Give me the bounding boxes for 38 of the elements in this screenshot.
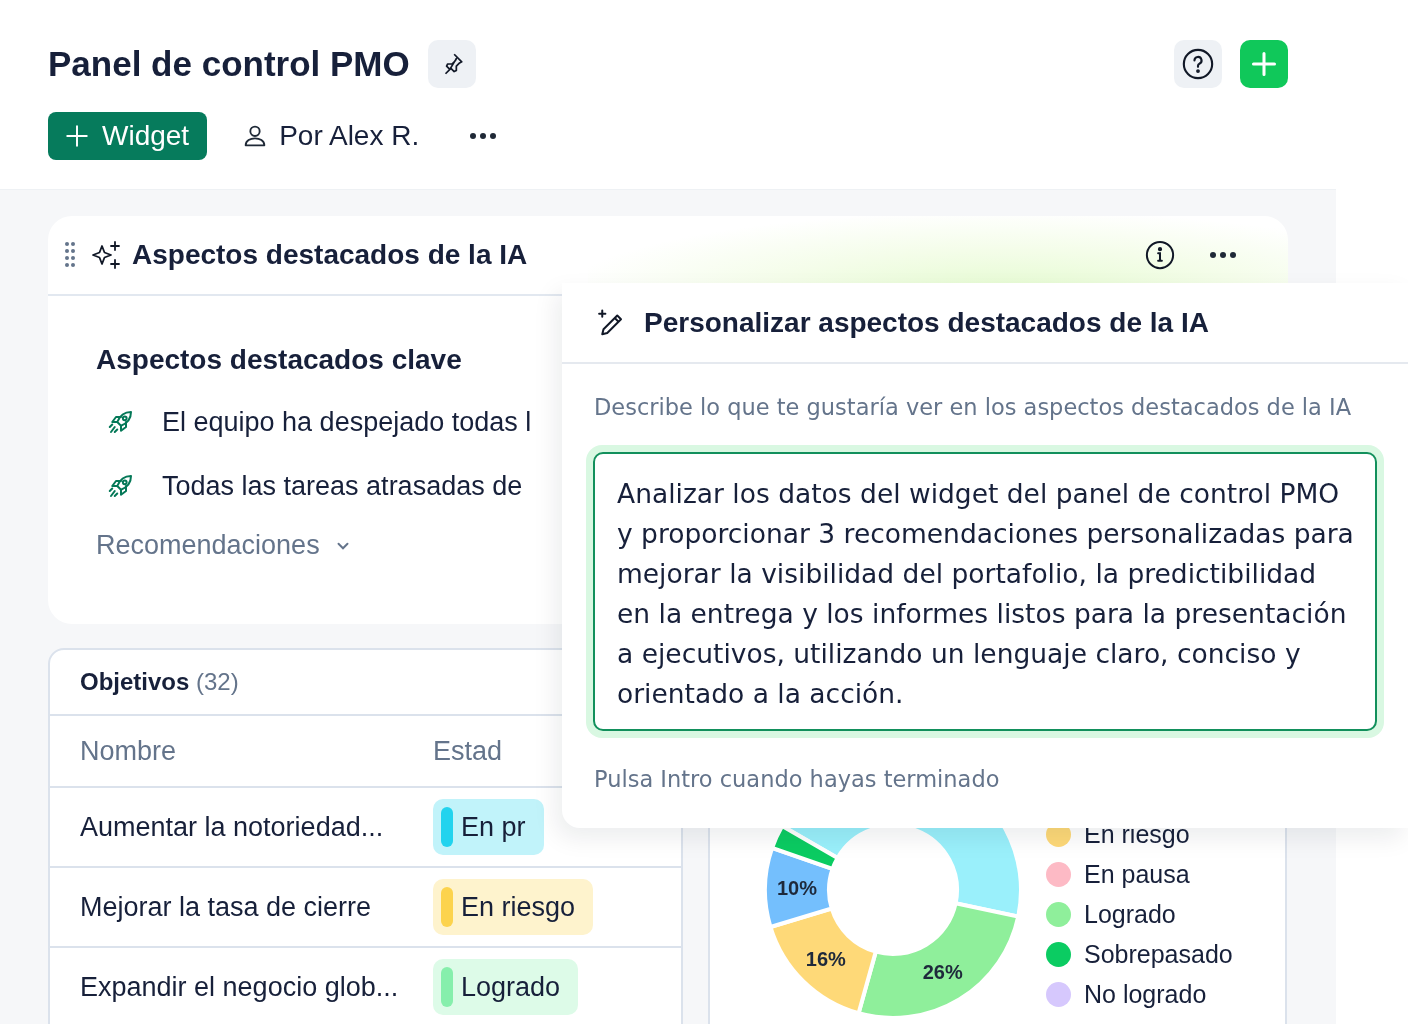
status-badge: En riesgo bbox=[433, 879, 594, 935]
sparkles-icon bbox=[90, 240, 122, 270]
card-title: Aspectos destacados de la IA bbox=[132, 239, 528, 271]
slice-label: 16% bbox=[805, 947, 846, 970]
slice-label: 26% bbox=[922, 961, 963, 984]
table-cell-text: Mejorar la tasa de cierre bbox=[79, 891, 373, 923]
page-title: Panel de control PMO bbox=[48, 44, 410, 84]
hint-text: Pulsa Intro cuando hayas terminado bbox=[594, 766, 1001, 792]
owner-filter[interactable]: Por Alex R. bbox=[241, 120, 420, 152]
help-button[interactable] bbox=[1174, 40, 1222, 88]
plus-icon bbox=[64, 123, 90, 149]
pin-button[interactable] bbox=[427, 40, 476, 88]
more-icon[interactable] bbox=[469, 132, 498, 140]
drag-handle-icon[interactable] bbox=[64, 241, 76, 269]
legend-label: En pausa bbox=[1084, 859, 1190, 889]
description-text: Describe lo que te gustaría ver en los aspectos destacados de la IA bbox=[594, 394, 1353, 420]
legend-label: No logrado bbox=[1084, 979, 1207, 1009]
prompt-field[interactable]: Analizar los datos del widget del panel de control PMO y proporcionar 3 recomendaciones personalizadas para mejorar la visibilidad del portafolio, la predictibilidad en la entrega y los informes listos para la presentación a ejecutivos, utilizando un lenguaje claro, conciso y orientado a la acción. bbox=[593, 452, 1377, 731]
status-badge: Logrado bbox=[433, 959, 579, 1015]
more-icon[interactable] bbox=[1209, 251, 1237, 259]
popover-title: Personalizar aspectos destacados de la IA bbox=[644, 306, 1209, 339]
table-cell-text: Aumentar la notoriedad... bbox=[79, 811, 385, 843]
recommendations-toggle[interactable]: Recomendaciones bbox=[96, 530, 352, 561]
legend-label: Logrado bbox=[1084, 899, 1176, 929]
help-icon bbox=[1181, 47, 1215, 81]
highlight-text: Todas las tareas atrasadas de bbox=[162, 470, 523, 502]
add-widget-button[interactable]: Widget bbox=[48, 112, 208, 160]
section-heading: Aspectos destacados clave bbox=[96, 344, 463, 376]
legend-label: Sobrepasado bbox=[1084, 939, 1233, 969]
highlight-text: El equipo ha despejado todas l bbox=[162, 406, 532, 438]
column-header: Estad bbox=[433, 735, 503, 767]
column-header: Nombre bbox=[79, 735, 178, 767]
info-icon[interactable] bbox=[1145, 240, 1175, 270]
objectives-title: Objetivos (32) bbox=[80, 668, 239, 696]
slice-label: 10% bbox=[777, 877, 818, 899]
table-cell-text: Expandir el negocio glob... bbox=[79, 971, 400, 1003]
status-badge: En pr bbox=[433, 799, 544, 855]
plus-icon bbox=[1250, 50, 1278, 78]
